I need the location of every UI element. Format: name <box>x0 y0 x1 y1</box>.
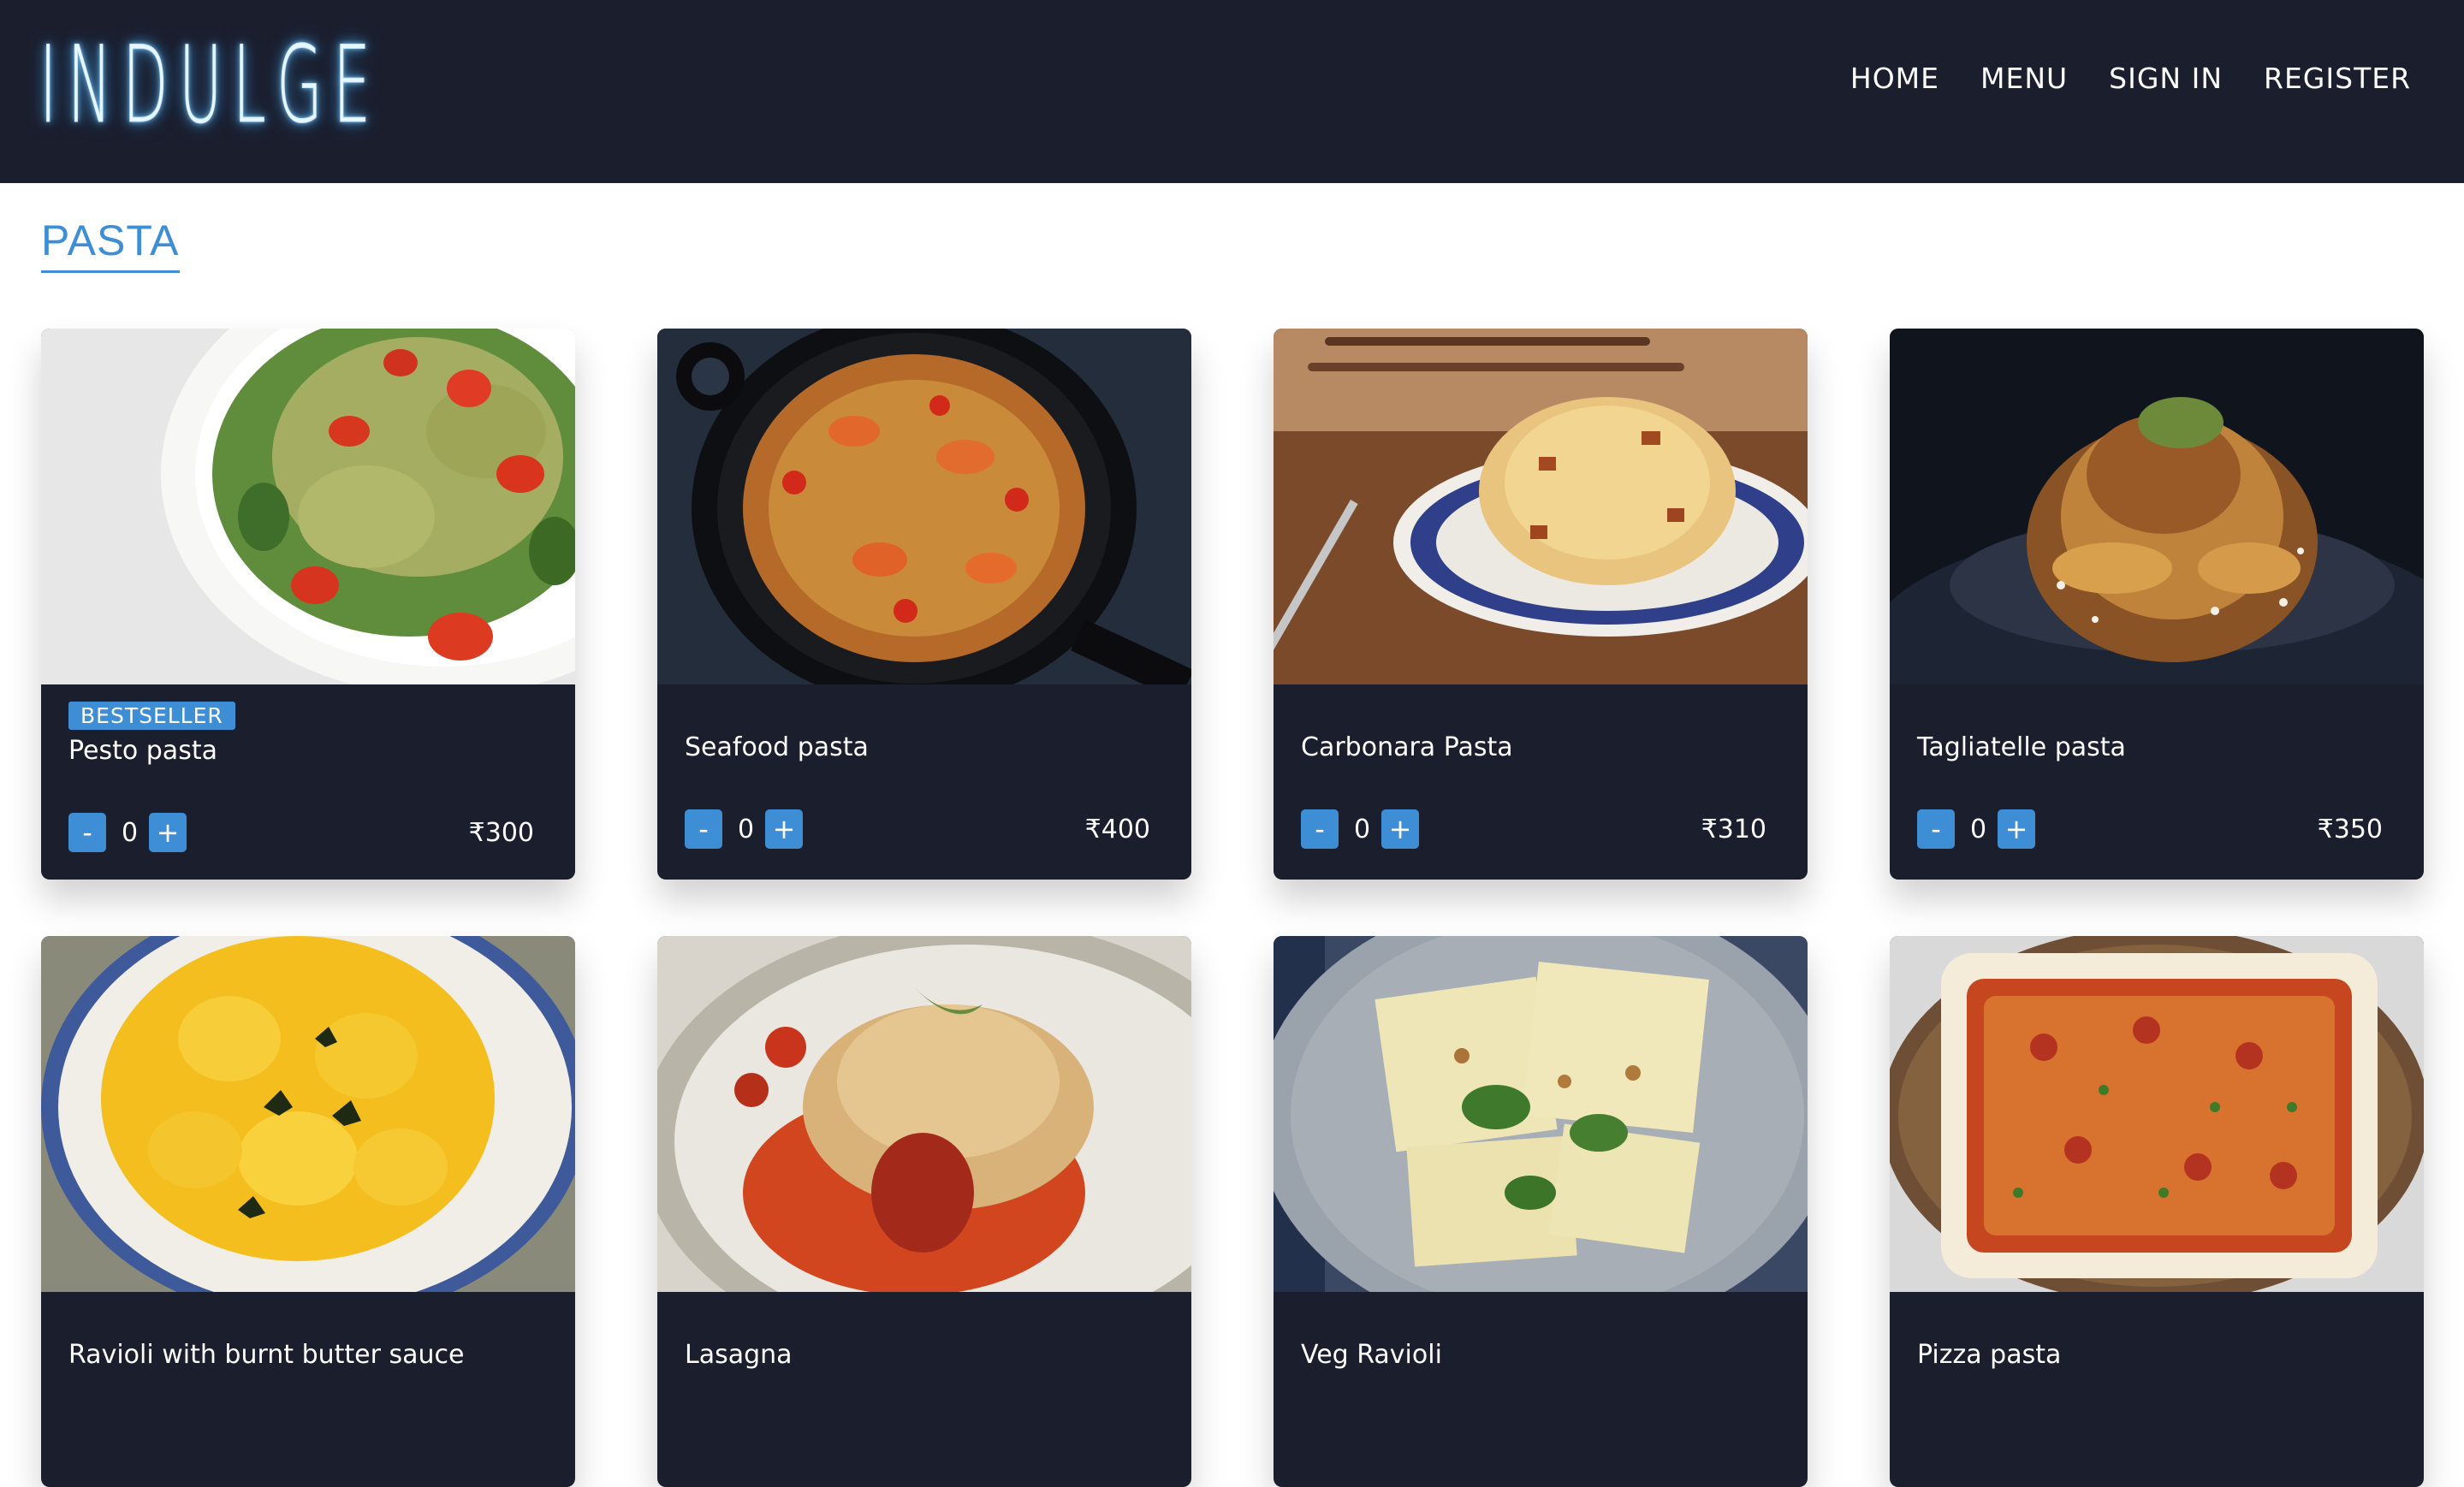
card-body: Tagliatelle pasta - 0 + ₹350 <box>1890 684 2424 880</box>
card-body: Veg Ravioli <box>1274 1292 1808 1487</box>
dish-image-tagliatelle-pasta <box>1890 329 2424 684</box>
decrease-quantity-button[interactable]: - <box>1301 809 1339 849</box>
dish-price: ₹350 <box>2317 815 2383 844</box>
dish-image-lasagna <box>657 936 1191 1292</box>
dish-image-ravioli-burnt-butter <box>41 936 575 1292</box>
dish-image-veg-ravioli <box>1274 936 1808 1292</box>
menu-card-lasagna: Lasagna <box>657 936 1191 1487</box>
dish-name: Ravioli with burnt butter sauce <box>68 1340 465 1370</box>
increase-quantity-button[interactable]: + <box>1998 809 2035 849</box>
quantity-value: 0 <box>1970 814 1987 844</box>
dish-name: Seafood pasta <box>685 732 869 762</box>
dish-image-carbonara-pasta <box>1274 329 1808 684</box>
dish-image-pizza-pasta <box>1890 936 2424 1292</box>
decrease-quantity-button[interactable]: - <box>68 813 106 852</box>
card-body: Seafood pasta - 0 + ₹400 <box>657 684 1191 880</box>
dish-name: Carbonara Pasta <box>1301 732 1513 762</box>
logo[interactable]: INDULGE <box>39 24 381 148</box>
quantity-value: 0 <box>738 814 755 844</box>
nav-menu-link[interactable]: MENU <box>1980 62 2068 95</box>
section-title: PASTA <box>41 216 180 273</box>
menu-card-pizza-pasta: Pizza pasta <box>1890 936 2424 1487</box>
menu-card-seafood-pasta: Seafood pasta - 0 + ₹400 <box>657 329 1191 880</box>
menu-card-veg-ravioli: Veg Ravioli <box>1274 936 1808 1487</box>
quantity-value: 0 <box>1354 814 1371 844</box>
dish-price: ₹310 <box>1701 815 1766 844</box>
quantity-stepper: - 0 + <box>1301 809 1419 849</box>
menu-card-pesto-pasta: BESTSELLER Pesto pasta - 0 + ₹300 <box>41 329 575 880</box>
quantity-value: 0 <box>122 817 139 848</box>
decrease-quantity-button[interactable]: - <box>1917 809 1955 849</box>
card-body: Lasagna <box>657 1292 1191 1487</box>
dish-name: Veg Ravioli <box>1301 1340 1442 1370</box>
menu-card-carbonara-pasta: Carbonara Pasta - 0 + ₹310 <box>1274 329 1808 880</box>
dish-price: ₹300 <box>468 818 534 848</box>
nav-sign-in-link[interactable]: SIGN IN <box>2109 62 2223 95</box>
nav-home-link[interactable]: HOME <box>1850 62 1939 95</box>
menu-card-ravioli-burnt-butter: Ravioli with burnt butter sauce <box>41 936 575 1487</box>
quantity-stepper: - 0 + <box>68 813 187 852</box>
nav-links: HOME MENU SIGN IN REGISTER <box>1850 62 2411 95</box>
decrease-quantity-button[interactable]: - <box>685 809 722 849</box>
card-body: BESTSELLER Pesto pasta - 0 + ₹300 <box>41 684 575 880</box>
dish-name: Pizza pasta <box>1917 1340 2062 1370</box>
increase-quantity-button[interactable]: + <box>765 809 803 849</box>
nav-register-link[interactable]: REGISTER <box>2264 62 2411 95</box>
increase-quantity-button[interactable]: + <box>1381 809 1419 849</box>
navbar: INDULGE HOME MENU SIGN IN REGISTER <box>0 0 2464 183</box>
dish-image-pesto-pasta <box>41 329 575 684</box>
dish-price: ₹400 <box>1084 815 1150 844</box>
menu-card-tagliatelle-pasta: Tagliatelle pasta - 0 + ₹350 <box>1890 329 2424 880</box>
dish-name: Pesto pasta <box>68 736 217 766</box>
dish-name: Tagliatelle pasta <box>1917 732 2126 762</box>
dish-image-seafood-pasta <box>657 329 1191 684</box>
card-body: Carbonara Pasta - 0 + ₹310 <box>1274 684 1808 880</box>
card-body: Pizza pasta <box>1890 1292 2424 1487</box>
card-body: Ravioli with burnt butter sauce <box>41 1292 575 1487</box>
quantity-stepper: - 0 + <box>1917 809 2035 849</box>
increase-quantity-button[interactable]: + <box>149 813 187 852</box>
dish-name: Lasagna <box>685 1340 793 1370</box>
quantity-stepper: - 0 + <box>685 809 803 849</box>
bestseller-badge: BESTSELLER <box>68 702 235 730</box>
